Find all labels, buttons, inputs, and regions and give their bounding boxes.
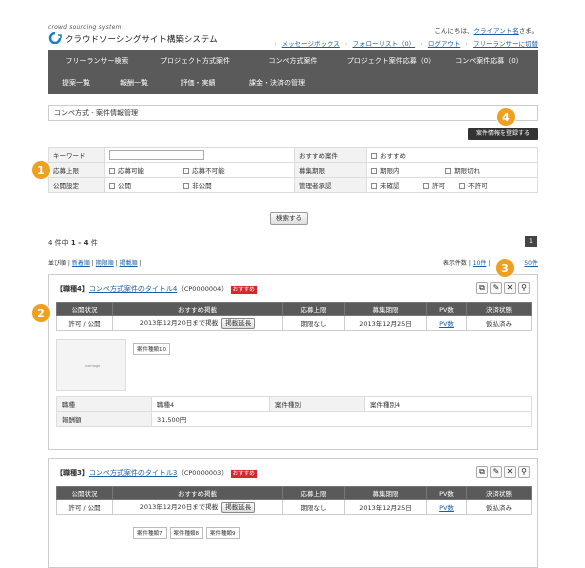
copy-icon[interactable]: ⧉ [476, 466, 488, 478]
perpage-10[interactable]: 10件 [473, 260, 487, 267]
approval-unconfirmed-checkbox[interactable]: 未確認 [371, 180, 421, 190]
public-label: 公開設定 [48, 177, 105, 193]
sort-new[interactable]: 新着順 [72, 260, 90, 267]
message-box-link[interactable]: メッセージボックス [282, 40, 340, 48]
case-status-table: 公開状況 おすすめ掲載 応募上限 募集期限 PV数 決済状態 許可 / 公開 2… [56, 486, 532, 515]
sort-listing[interactable]: 掲載順 [120, 260, 138, 267]
period-within-checkbox[interactable]: 期限内 [371, 165, 443, 175]
keyword-tags: 案件種類10 [133, 343, 173, 355]
search-form: キーワード おすすめ案件 おすすめ 応募上限 応募可能 応募不可能 募集期限 期… [48, 147, 538, 193]
main-nav: フリーランサー検索 プロジェクト方式案件 コンペ方式案件 プロジェクト案件応募（… [48, 50, 538, 94]
app-title: クラウドソーシングサイト構築システム [65, 35, 218, 45]
callout-badge-3: 3 [495, 258, 515, 278]
approval-deny-checkbox[interactable]: 不許可 [459, 180, 493, 190]
case-heading: 【職種4】コンペ方式案件のタイトル4（CP0000004） おすすめ [56, 285, 257, 294]
logo-tagline: crowd sourcing system [48, 24, 122, 31]
case-info-table: 職種 職種4 案件種別 案件種別4 報酬額 31,500円 [56, 396, 532, 427]
recommend-label: おすすめ案件 [294, 147, 367, 163]
case-title-link[interactable]: コンペ方式案件のタイトル4 [89, 285, 177, 293]
keyword-input[interactable] [109, 150, 204, 160]
recommend-checkbox[interactable]: おすすめ [371, 150, 419, 160]
edit-icon[interactable]: ✎ [490, 466, 502, 478]
delete-icon[interactable]: ✕ [504, 466, 516, 478]
callout-badge-1: 1 [31, 160, 51, 180]
view-icon[interactable]: ⚲ [518, 282, 530, 294]
greeting-prefix: こんにちは、 [434, 27, 474, 35]
nav-compe-applications[interactable]: コンペ案件応募（0） [440, 50, 538, 72]
nav-proposals[interactable]: 提案一覧 [48, 72, 104, 94]
limit-available-checkbox[interactable]: 応募可能 [109, 165, 181, 175]
pv-link[interactable]: PV数 [439, 320, 454, 328]
recommend-badge: おすすめ [230, 470, 257, 478]
period-label: 募集期限 [294, 162, 367, 178]
follow-list-link[interactable]: フォローリスト（0） [352, 40, 415, 48]
private-checkbox[interactable]: 非公開 [183, 180, 231, 190]
extend-button[interactable]: 掲載延長 [221, 502, 256, 513]
recommend-badge: おすすめ [230, 286, 257, 294]
view-icon[interactable]: ⚲ [518, 466, 530, 478]
page-title: コンペ方式 - 案件情報管理 [48, 105, 538, 121]
sort-bar: 並び順 | 新着順 | 期限順 | 掲載順 | [48, 260, 142, 267]
edit-icon[interactable]: ✎ [490, 282, 502, 294]
nav-freelancer-search[interactable]: フリーランサー検索 [48, 50, 146, 72]
callout-badge-2: 2 [31, 303, 51, 323]
nav-ratings[interactable]: 評価・実績 [164, 72, 232, 94]
extend-button[interactable]: 掲載延長 [221, 318, 256, 329]
search-button[interactable]: 検索する [270, 212, 308, 225]
result-count: 4 件中 1 - 4 件 [48, 239, 98, 247]
case-heading: 【職種3】コンペ方式案件のタイトル3（CP0000003） おすすめ [56, 469, 257, 478]
callout-badge-4: 4 [496, 107, 516, 127]
copy-icon[interactable]: ⧉ [476, 282, 488, 294]
keyword-tags: 案件種類7 案件種類8 案件種類9 [133, 527, 243, 539]
top-links: › メッセージボックス › フォローリスト（0） › ログアウト › フリーランサーに切… [274, 40, 538, 48]
period-expired-checkbox[interactable]: 期限切れ [445, 165, 493, 175]
perpage-50[interactable]: 50件 [524, 260, 538, 267]
limit-label: 応募上限 [48, 162, 105, 178]
page-number[interactable]: 1 [525, 236, 537, 247]
case-thumbnail: noimage [56, 339, 126, 391]
pv-link[interactable]: PV数 [439, 504, 454, 512]
approval-label: 管理者承認 [294, 177, 367, 193]
nav-rewards[interactable]: 報酬一覧 [104, 72, 164, 94]
per-page: 表示件数 | 10件 | 50件 [442, 260, 538, 267]
logout-link[interactable]: ログアウト [428, 40, 461, 48]
nav-project-cases[interactable]: プロジェクト方式案件 [146, 50, 244, 72]
greeting-suffix: さま。 [518, 27, 538, 35]
approval-permit-checkbox[interactable]: 許可 [423, 180, 457, 190]
case-card: 【職種4】コンペ方式案件のタイトル4（CP0000004） おすすめ ⧉ ✎ ✕ ⚲ 公… [48, 274, 538, 450]
public-checkbox[interactable]: 公開 [109, 180, 181, 190]
case-actions: ⧉ ✎ ✕ ⚲ [474, 282, 530, 294]
switch-freelancer-link[interactable]: フリーランサーに切替 [473, 40, 538, 48]
delete-icon[interactable]: ✕ [504, 282, 516, 294]
user-name-link[interactable]: クライアント名 [474, 27, 519, 35]
logo-icon [48, 32, 62, 44]
nav-project-applications[interactable]: プロジェクト案件応募（0） [342, 50, 440, 72]
case-status-table: 公開状況 おすすめ掲載 応募上限 募集期限 PV数 決済状態 許可 / 公開 2… [56, 302, 532, 331]
nav-row-2: 提案一覧 報酬一覧 評価・実績 課金・決済の管理 [48, 72, 538, 94]
greeting: こんにちは、クライアント名さま。 [435, 25, 539, 35]
limit-unavailable-checkbox[interactable]: 応募不可能 [183, 165, 231, 175]
register-case-button[interactable]: 案件情報を登録する [468, 128, 538, 140]
case-card: 【職種3】コンペ方式案件のタイトル3（CP0000003） おすすめ ⧉ ✎ ✕ ⚲ 公… [48, 458, 538, 568]
sort-deadline[interactable]: 期限順 [96, 260, 114, 267]
nav-row-1: フリーランサー検索 プロジェクト方式案件 コンペ方式案件 プロジェクト案件応募（… [48, 50, 538, 72]
nav-billing[interactable]: 課金・決済の管理 [232, 72, 322, 94]
case-actions: ⧉ ✎ ✕ ⚲ [474, 466, 530, 478]
case-title-link[interactable]: コンペ方式案件のタイトル3 [89, 469, 177, 477]
keyword-label: キーワード [48, 147, 105, 163]
site-header: crowd sourcing system クラウドソーシングサイト構築システム… [48, 20, 538, 50]
nav-compe-cases[interactable]: コンペ方式案件 [244, 50, 342, 72]
